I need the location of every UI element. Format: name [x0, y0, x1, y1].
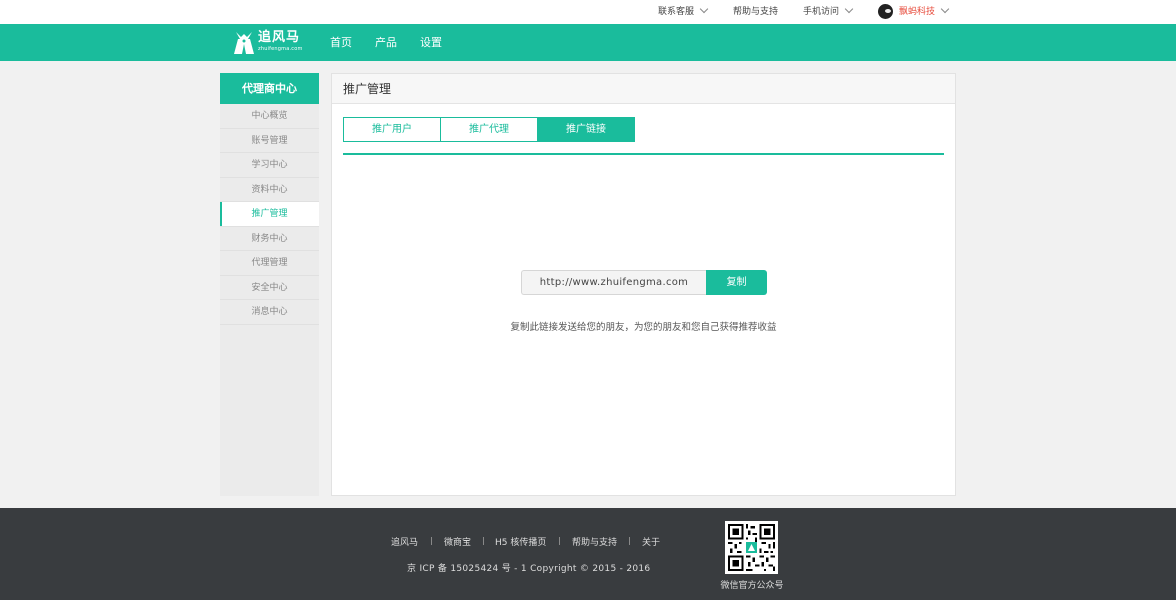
footer-separator — [559, 537, 560, 545]
footer-link-help[interactable]: 帮助与支持 — [572, 535, 617, 548]
chevron-down-icon — [940, 4, 950, 14]
agent-sidebar: 代理商中心 中心概览 账号管理 学习中心 资料中心 推广管理 财务中心 代理管理… — [220, 73, 319, 496]
nav-settings[interactable]: 设置 — [420, 24, 442, 61]
qr-code-icon — [728, 524, 775, 571]
contact-service-label: 联系客服 — [658, 7, 695, 17]
mobile-access-menu[interactable]: 手机访问 — [803, 0, 854, 24]
copyright-text: 京 ICP 备 15025424 号 - 1 Copyright © 2015 … — [407, 564, 651, 574]
qr-caption: 微信官方公众号 — [720, 581, 784, 591]
nav-home[interactable]: 首页 — [330, 24, 352, 61]
user-menu[interactable]: 飘蚂科技 — [899, 0, 950, 24]
footer-link-weishangbao[interactable]: 微商宝 — [444, 535, 471, 548]
copy-button[interactable]: 复制 — [706, 270, 767, 295]
top-utility-bar: 联系客服 帮助与支持 手机访问 飘蚂科技 — [0, 0, 1176, 24]
chevron-down-icon — [844, 4, 854, 14]
sidebar-item-materials[interactable]: 资料中心 — [220, 178, 319, 202]
wechat-qr-code — [725, 521, 778, 574]
user-avatar[interactable] — [878, 4, 893, 19]
copy-hint-text: 复制此链接发送给您的朋友，为您的朋友和您自己获得推荐收益 — [510, 322, 777, 333]
brand-logo[interactable]: 追风马 zhuifengma.com — [232, 30, 304, 56]
sidebar-item-account[interactable]: 账号管理 — [220, 129, 319, 153]
sidebar-item-overview[interactable]: 中心概览 — [220, 104, 319, 129]
mobile-access-label: 手机访问 — [803, 7, 840, 17]
sidebar-title: 代理商中心 — [220, 73, 319, 104]
sidebar-item-finance[interactable]: 财务中心 — [220, 227, 319, 251]
footer-separator — [629, 537, 630, 545]
page-title: 推广管理 — [332, 74, 955, 104]
help-support-label: 帮助与支持 — [733, 7, 779, 17]
sidebar-item-learning[interactable]: 学习中心 — [220, 153, 319, 178]
sidebar-item-security[interactable]: 安全中心 — [220, 276, 319, 300]
promotion-link-field[interactable]: http://www.zhuifengma.com — [521, 270, 706, 295]
sidebar-item-agents[interactable]: 代理管理 — [220, 251, 319, 276]
user-name: 飘蚂科技 — [899, 7, 936, 17]
tab-underline — [343, 153, 944, 155]
tab-promote-users[interactable]: 推广用户 — [343, 117, 441, 142]
sidebar-item-promotion[interactable]: 推广管理 — [220, 202, 319, 227]
help-support-link[interactable]: 帮助与支持 — [733, 0, 778, 24]
chevron-down-icon — [699, 4, 709, 14]
contact-service-menu[interactable]: 联系客服 — [658, 0, 709, 24]
sidebar-item-messages[interactable]: 消息中心 — [220, 300, 319, 325]
footer-link-about[interactable]: 关于 — [642, 535, 660, 548]
footer-separator — [431, 537, 432, 545]
brand-name: 追风马 — [258, 30, 301, 45]
promotion-panel: 推广管理 推广用户 推广代理 推广链接 http://www.zhuifengm… — [331, 73, 956, 496]
tab-promote-link[interactable]: 推广链接 — [537, 117, 635, 142]
page-footer: 追风马 微商宝 H5 核传播页 帮助与支持 关于 京 ICP 备 1502542… — [0, 508, 1176, 600]
horse-logo-icon — [234, 32, 254, 54]
footer-link-h5[interactable]: H5 核传播页 — [495, 535, 546, 548]
main-navbar: 追风马 zhuifengma.com 首页 产品 设置 — [0, 24, 1176, 61]
footer-separator — [483, 537, 484, 545]
tab-promote-agents[interactable]: 推广代理 — [440, 117, 538, 142]
brand-domain: zhuifengma.com — [258, 46, 303, 52]
nav-products[interactable]: 产品 — [375, 24, 397, 61]
footer-link-zhuifengma[interactable]: 追风马 — [391, 535, 418, 548]
